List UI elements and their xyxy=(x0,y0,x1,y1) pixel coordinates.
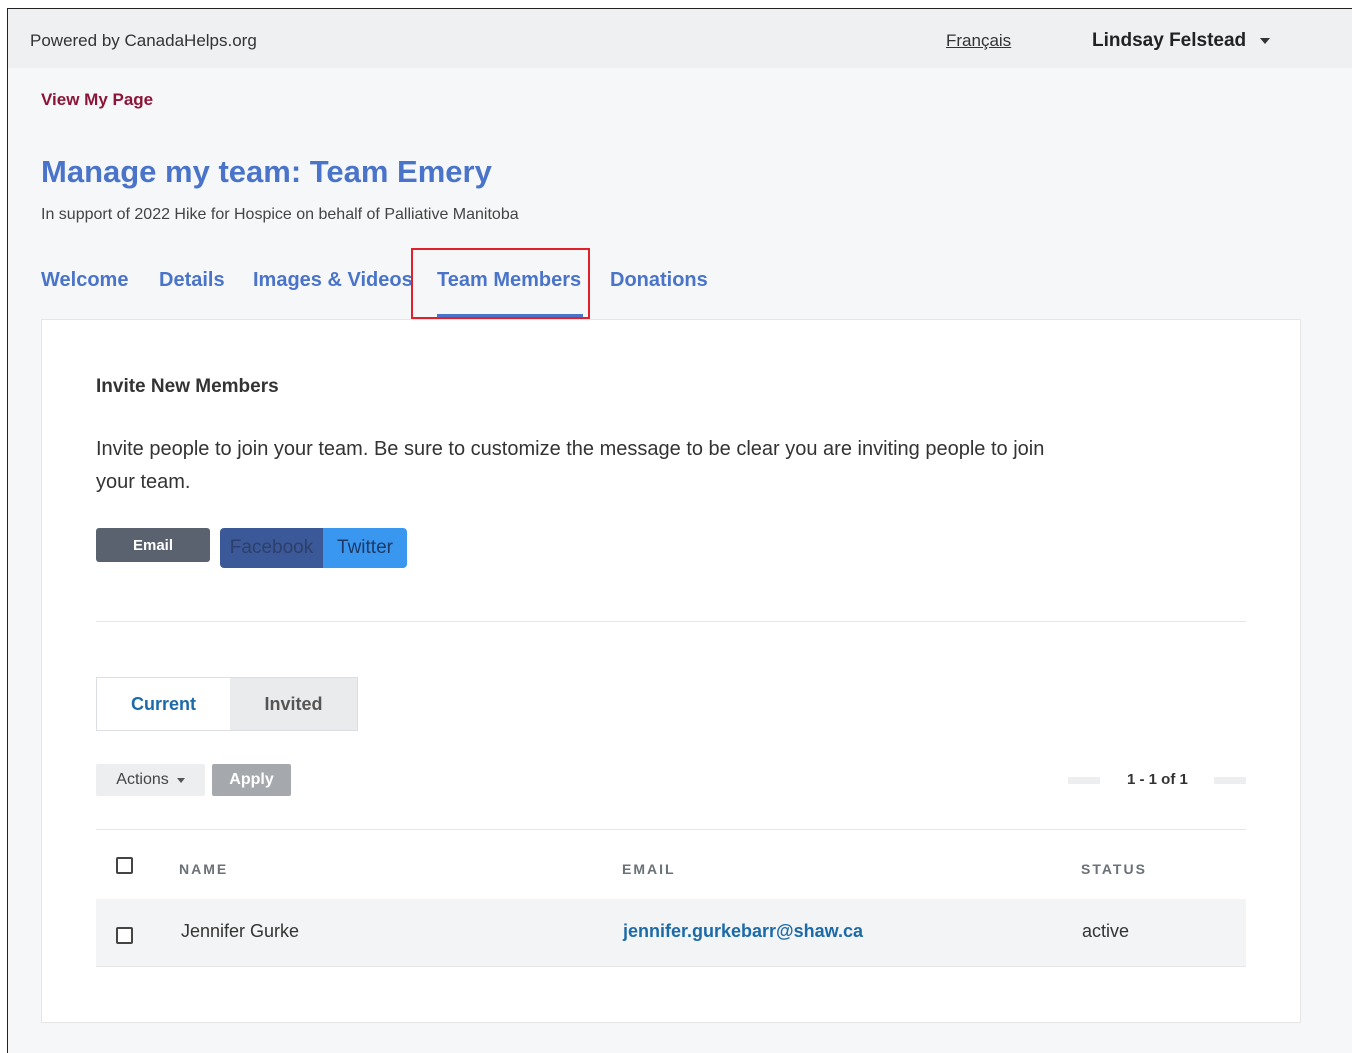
actions-dropdown[interactable]: Actions xyxy=(96,764,205,796)
user-name: Lindsay Felstead xyxy=(1092,30,1247,51)
pagination-info: 1 - 1 of 1 xyxy=(1127,771,1188,788)
tab-highlight-box xyxy=(411,248,590,319)
segment-invited[interactable]: Invited xyxy=(230,678,357,730)
top-bar: Powered by CanadaHelps.org Français Lind… xyxy=(8,9,1352,68)
tab-images-videos[interactable]: Images & Videos xyxy=(253,269,413,292)
facebook-invite-button[interactable]: Facebook xyxy=(220,528,323,568)
user-menu[interactable]: Lindsay Felstead xyxy=(1092,30,1271,52)
column-header-name: NAME xyxy=(179,861,229,877)
view-my-page-link[interactable]: View My Page xyxy=(41,90,153,110)
column-header-email: EMAIL xyxy=(622,861,676,877)
row-checkbox[interactable] xyxy=(116,927,133,944)
chevron-down-icon xyxy=(176,777,185,783)
member-email-link[interactable]: jennifer.gurkebarr@shaw.ca xyxy=(623,921,863,942)
member-status: active xyxy=(1082,921,1130,941)
pagination-prev-button[interactable] xyxy=(1068,777,1100,784)
email-invite-button[interactable]: Email xyxy=(96,528,210,562)
powered-by-text: Powered by CanadaHelps.org xyxy=(30,31,257,50)
tab-welcome[interactable]: Welcome xyxy=(41,269,128,292)
pagination-next-button[interactable] xyxy=(1214,777,1246,784)
invite-section-title: Invite New Members xyxy=(96,376,279,397)
member-name: Jennifer Gurke xyxy=(181,921,300,941)
table-row: Jennifer Gurke jennifer.gurkebarr@shaw.c… xyxy=(96,899,1246,967)
team-members-panel: Invite New Members Invite people to join… xyxy=(41,319,1301,1023)
member-filter-toggle: Current Invited xyxy=(96,677,358,731)
table-divider xyxy=(96,829,1246,830)
segment-current[interactable]: Current xyxy=(97,678,230,730)
apply-button[interactable]: Apply xyxy=(212,764,291,796)
page-subtitle: In support of 2022 Hike for Hospice on b… xyxy=(41,206,519,223)
tab-donations[interactable]: Donations xyxy=(610,269,708,292)
chevron-down-icon xyxy=(1260,38,1271,44)
language-link[interactable]: Français xyxy=(946,31,1011,51)
select-all-checkbox[interactable] xyxy=(116,857,133,874)
twitter-invite-button[interactable]: Twitter xyxy=(323,528,407,568)
section-divider xyxy=(96,621,1246,622)
tab-details[interactable]: Details xyxy=(159,269,225,292)
invite-description: Invite people to join your team. Be sure… xyxy=(96,438,1045,493)
column-header-status: STATUS xyxy=(1081,861,1147,877)
page-title: Manage my team: Team Emery xyxy=(41,154,492,189)
app-frame: Powered by CanadaHelps.org Français Lind… xyxy=(7,8,1352,1053)
actions-label: Actions xyxy=(116,771,169,788)
